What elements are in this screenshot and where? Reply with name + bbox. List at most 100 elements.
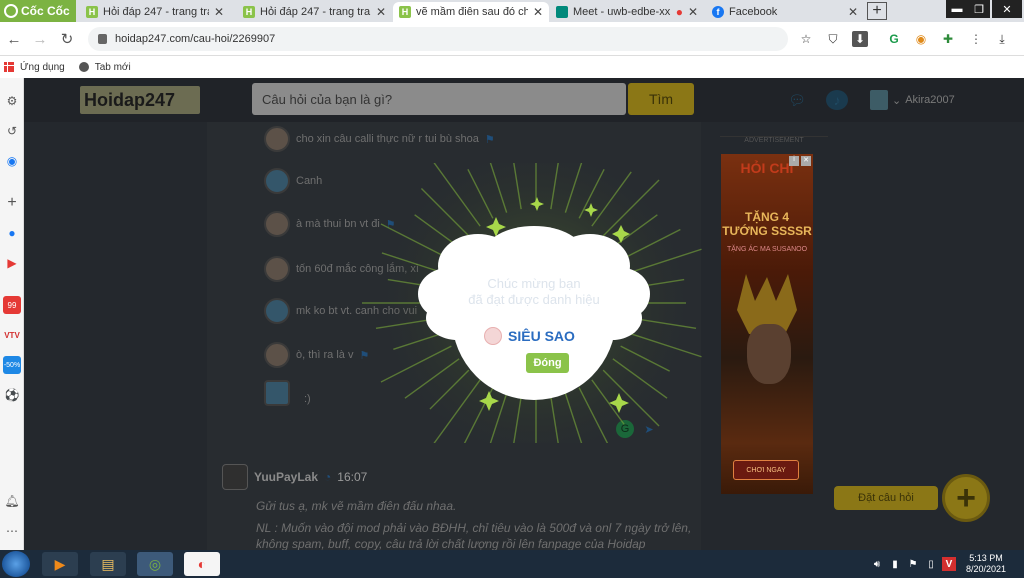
search-button[interactable]: Tìm: [628, 83, 694, 115]
url-text: hoidap247.com/cau-hoi/2269907: [115, 33, 276, 45]
browser-logo[interactable]: Cốc Cốc: [0, 0, 76, 22]
back-icon[interactable]: ←: [5, 30, 23, 48]
clock-time: 5:13 PM: [969, 553, 1003, 563]
battery-icon[interactable]: ▯: [924, 557, 938, 571]
advertisement[interactable]: HỎI CHÍ TẶNG 4 TƯỚNG SSSSR TẶNG ÁC MA SU…: [721, 154, 813, 494]
facebook-icon[interactable]: ●: [3, 224, 21, 242]
puzzle-icon[interactable]: ✚: [940, 31, 956, 47]
avatar[interactable]: [222, 464, 248, 490]
history-icon[interactable]: ↺: [3, 122, 21, 140]
username: Akira2007: [905, 94, 955, 106]
facebook-favicon-icon: f: [712, 6, 724, 18]
close-icon[interactable]: ✕: [848, 5, 858, 19]
ad-sub: TẶNG ÁC MA SUSANOO: [726, 246, 808, 253]
ad-character-face: [747, 324, 791, 384]
close-icon[interactable]: ✕: [214, 5, 224, 19]
close-icon[interactable]: ✕: [533, 5, 543, 19]
tab-facebook[interactable]: f Facebook ✕: [706, 2, 864, 22]
download-icon[interactable]: ⤓: [994, 31, 1010, 47]
award-name: SIÊU SAO: [508, 328, 575, 344]
apps-grid-icon[interactable]: [4, 62, 14, 72]
notification-bell-icon[interactable]: 🔔︎: [3, 492, 21, 510]
bookmark-apps[interactable]: Ứng dụng: [20, 62, 65, 73]
close-icon[interactable]: ✕: [376, 5, 386, 19]
vietkey-icon[interactable]: V: [942, 557, 956, 571]
flag-icon[interactable]: ⚑: [485, 133, 495, 146]
flag-tray-icon[interactable]: ⚑: [906, 557, 920, 571]
avatar: [264, 380, 290, 406]
download-box-icon[interactable]: ⬇: [852, 31, 868, 47]
ad-close-icon[interactable]: ✕: [801, 156, 811, 166]
grammarly-icon[interactable]: G: [886, 31, 902, 47]
minimize-icon[interactable]: ▬: [946, 0, 968, 18]
chrome-ext-icon[interactable]: ◉: [913, 31, 929, 47]
comment-text: cho xin câu calli thực nữ r tui bù shoa: [296, 133, 479, 145]
shop-99-icon[interactable]: 99: [3, 296, 21, 314]
tab-hoidap-1[interactable]: H Hỏi đáp 247 - trang tra l ✕: [80, 2, 230, 22]
paint-icon[interactable]: ◐: [184, 552, 220, 576]
messenger-icon[interactable]: ◉: [3, 152, 21, 170]
restore-icon[interactable]: ❐: [968, 0, 990, 18]
ad-info-icon[interactable]: i: [789, 156, 799, 166]
new-tab-button[interactable]: +: [867, 2, 887, 20]
tab-hoidap-3[interactable]: H vẽ mầm điên sau đó ch ✕: [393, 2, 549, 22]
add-question-button[interactable]: +: [942, 474, 990, 522]
menu-icon[interactable]: ⋮: [968, 31, 984, 47]
avatar: [264, 342, 290, 368]
address-bar[interactable]: hoidap247.com/cau-hoi/2269907: [88, 27, 788, 51]
close-icon[interactable]: ✕: [688, 5, 698, 19]
settings-icon[interactable]: ⚙: [3, 92, 21, 110]
windows-taskbar: ▶ ▤ ◎ ◐ 🔊︎ ▮ ⚑ ▯ V 5:13 PM 8/20/2021: [0, 550, 1024, 578]
comment-input-row[interactable]: :): [264, 378, 311, 408]
vtv-icon[interactable]: VTV: [3, 326, 21, 344]
web-page: Hoidap247 Câu hỏi của bạn là gì? Tìm 💬︎ …: [24, 78, 1024, 550]
comment-text: ò, thì ra là v: [296, 349, 354, 361]
avatar: [264, 126, 290, 152]
browser-toolbar: ← → ↻ hoidap247.com/cau-hoi/2269907 ☆ ⛉ …: [0, 22, 1024, 56]
volume-icon[interactable]: 🔊︎: [870, 557, 884, 571]
answer-block: YuuPayLak ◔ 16:07 Gửi tus ạ, mk vẽ mầm đ…: [222, 464, 702, 550]
avatar: [264, 256, 290, 282]
bookmarks-bar: Ứng dụng Tab mới: [0, 56, 1024, 78]
shield-icon[interactable]: ⛉: [825, 31, 841, 47]
recording-icon: ●: [675, 5, 683, 19]
chat-icon[interactable]: 💬︎: [786, 90, 808, 110]
bookmark-new-tab[interactable]: Tab mới: [95, 62, 131, 73]
avatar: [264, 298, 290, 324]
hoidap-favicon-icon: H: [86, 6, 98, 18]
tab-title: Hỏi đáp 247 - trang tra l: [103, 6, 209, 18]
deal-icon[interactable]: -50%: [3, 356, 21, 374]
search-input[interactable]: Câu hỏi của bạn là gì?: [252, 83, 626, 115]
network-icon[interactable]: ▮: [888, 557, 902, 571]
tab-meet[interactable]: Meet - uwb-edbe-xx ● ✕: [550, 2, 704, 22]
add-icon[interactable]: +: [3, 194, 21, 212]
tab-title: Hỏi đáp 247 - trang tra l: [260, 6, 371, 18]
avatar: [264, 168, 290, 194]
file-explorer-icon[interactable]: ▤: [90, 552, 126, 576]
site-logo[interactable]: Hoidap247: [80, 86, 200, 114]
clock-date: 8/20/2021: [965, 564, 1007, 574]
football-icon[interactable]: ⚽: [3, 386, 21, 404]
tab-hoidap-2[interactable]: H Hỏi đáp 247 - trang tra l ✕: [237, 2, 392, 22]
forward-icon[interactable]: →: [31, 30, 49, 48]
ask-question-button[interactable]: Đặt câu hỏi: [834, 486, 938, 510]
meet-favicon-icon: [556, 6, 568, 18]
more-icon[interactable]: ⋯: [3, 522, 21, 540]
media-player-icon[interactable]: ▶: [42, 552, 78, 576]
close-popup-button[interactable]: Đóng: [526, 353, 569, 373]
bookmark-star-icon[interactable]: ☆: [798, 31, 814, 47]
reload-icon[interactable]: ↻: [58, 30, 76, 48]
coccoc-taskbar-icon[interactable]: ◎: [137, 552, 173, 576]
congrats-popup: [418, 226, 650, 400]
youtube-icon[interactable]: ▶: [3, 254, 21, 272]
user-menu[interactable]: ⌄ Akira2007: [870, 88, 955, 112]
bell-icon[interactable]: ♪: [826, 90, 848, 110]
system-clock[interactable]: 5:13 PM 8/20/2021: [958, 553, 1014, 575]
window-close-icon[interactable]: ✕: [992, 0, 1022, 18]
popup-message-line2: đã đạt được danh hiệu: [468, 292, 600, 307]
ad-cta-button[interactable]: CHƠI NGAY: [733, 460, 799, 480]
comment-draft[interactable]: :): [304, 393, 311, 405]
lock-icon: [98, 34, 107, 44]
start-button[interactable]: [2, 551, 30, 577]
answer-author[interactable]: YuuPayLak: [254, 470, 318, 484]
